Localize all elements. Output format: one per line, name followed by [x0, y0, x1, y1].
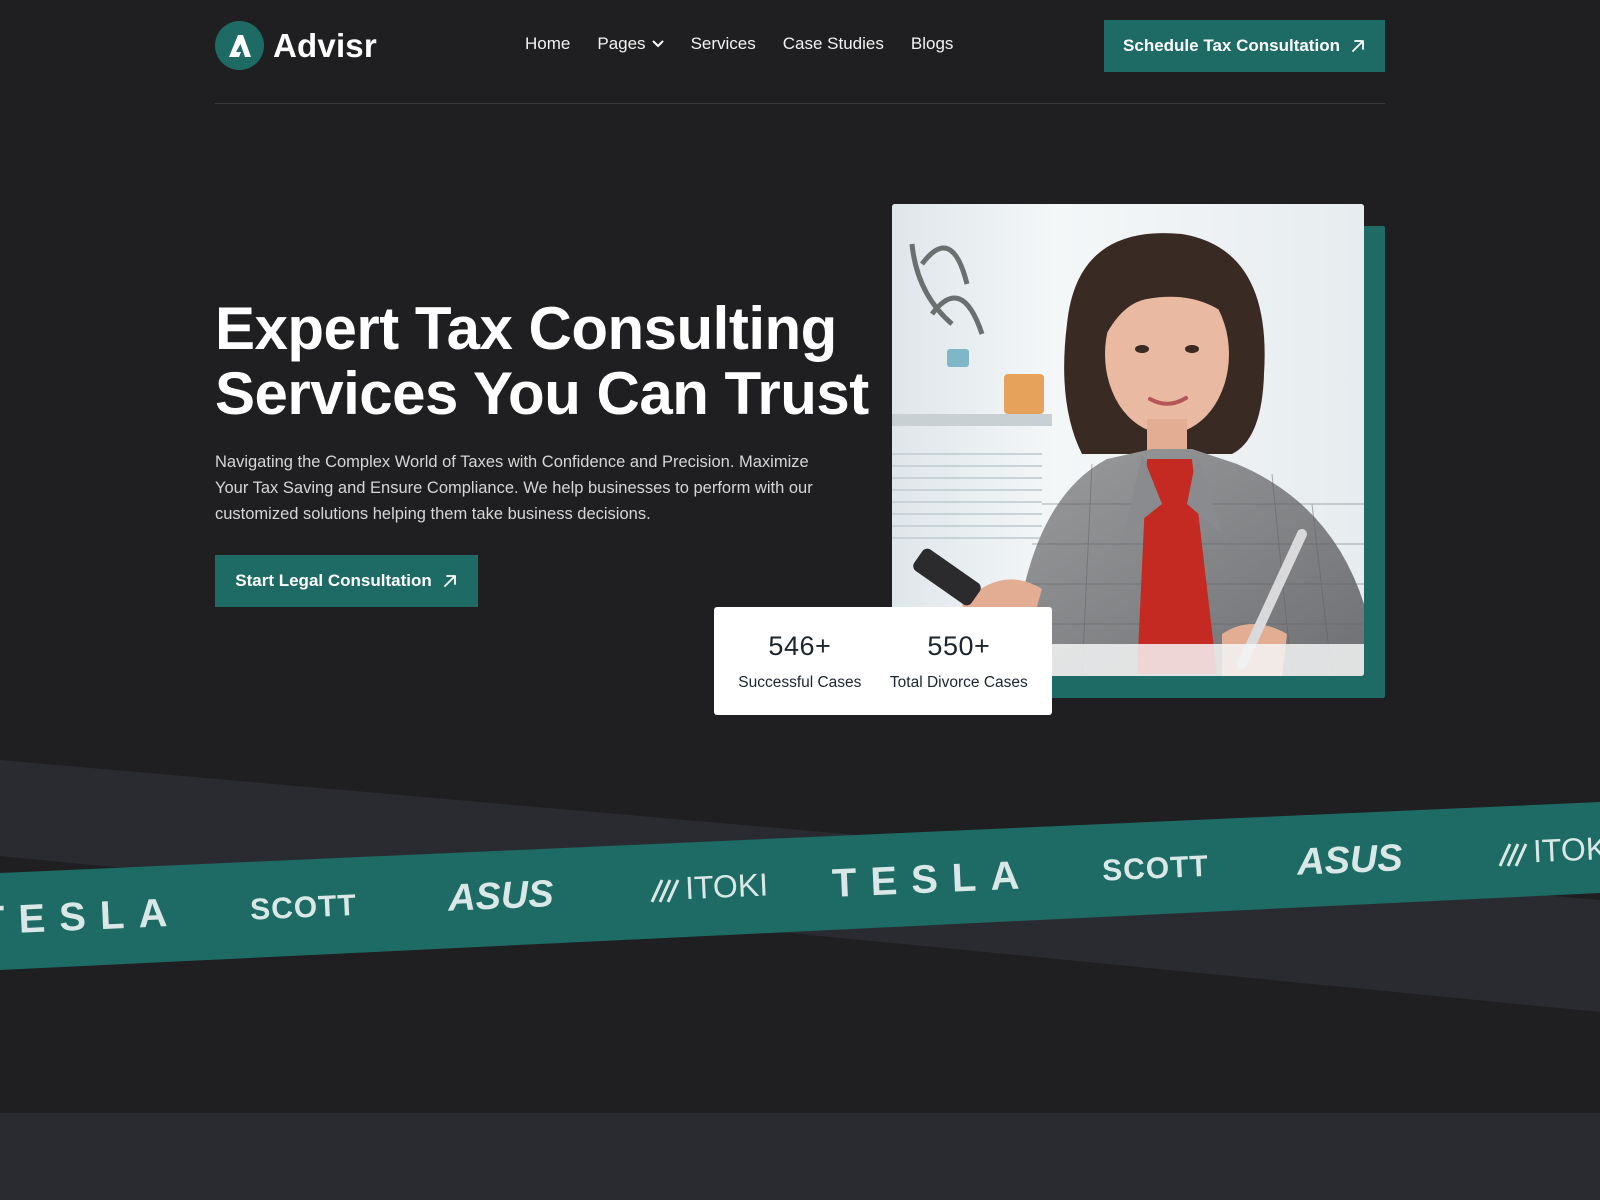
stat-value: 550+	[927, 630, 991, 661]
schedule-consultation-button[interactable]: Schedule Tax Consultation	[1104, 20, 1385, 72]
site-header: Advisr Home Pages Services Case Studies …	[215, 0, 1385, 104]
hero-photo	[892, 204, 1364, 676]
itoki-mark-icon	[650, 843, 1528, 903]
nav-pages[interactable]: Pages	[597, 34, 664, 54]
nav-case-studies[interactable]: Case Studies	[783, 34, 884, 54]
brand-name: Advisr	[273, 26, 377, 64]
logo-tesla: TESLA	[0, 891, 182, 944]
stat-value: 546+	[768, 630, 832, 661]
logo-asus: ASUS	[1295, 837, 1403, 884]
main-nav: Home Pages Services Case Studies Blogs	[525, 34, 980, 54]
logo-scott: SCOTT	[249, 889, 357, 927]
logo-mark-icon	[215, 21, 264, 70]
stat-divorce-cases: 550+ Total Divorce Cases	[890, 631, 1028, 692]
hero-title-line-2: Services You Can Trust	[215, 360, 869, 427]
hero-description: Navigating the Complex World of Taxes wi…	[215, 453, 813, 523]
nav-blogs[interactable]: Blogs	[911, 34, 954, 54]
hero-title: Expert Tax Consulting Services You Can T…	[215, 296, 875, 426]
start-consultation-label: Start Legal Consultation	[235, 571, 432, 590]
start-consultation-button[interactable]: Start Legal Consultation	[215, 555, 478, 607]
nav-case-studies-label: Case Studies	[782, 34, 884, 53]
nav-home[interactable]: Home	[525, 34, 570, 54]
stats-card: 546+ Successful Cases 550+ Total Divorce…	[714, 607, 1052, 715]
nav-services-label: Services	[690, 34, 756, 53]
schedule-consultation-label: Schedule Tax Consultation	[1123, 36, 1340, 55]
logo-itoki: ITOKI	[1532, 830, 1600, 870]
nav-blogs-label: Blogs	[910, 34, 954, 53]
stat-successful-cases: 546+ Successful Cases	[738, 631, 861, 692]
chevron-down-icon	[652, 40, 664, 48]
consultant-illustration	[892, 204, 1364, 676]
nav-pages-label: Pages	[597, 34, 646, 53]
stat-label: Successful Cases	[738, 673, 862, 691]
band-teal	[0, 802, 1600, 970]
nav-home-label: Home	[525, 34, 571, 53]
logo-asus: ASUS	[446, 873, 554, 920]
nav-services[interactable]: Services	[691, 34, 756, 54]
logo-scott: SCOTT	[1101, 850, 1209, 888]
band-shadow	[0, 760, 1600, 1012]
arrow-up-right-icon	[443, 575, 456, 587]
brand-logo[interactable]: Advisr	[215, 21, 377, 70]
logo-itoki: ITOKI	[684, 866, 769, 906]
stat-label: Total Divorce Cases	[889, 673, 1028, 691]
next-section	[0, 1113, 1600, 1200]
arrow-up-right-icon	[1352, 40, 1364, 52]
hero-title-line-1: Expert Tax Consulting	[215, 295, 837, 362]
logo-tesla: TESLA	[831, 853, 1034, 906]
